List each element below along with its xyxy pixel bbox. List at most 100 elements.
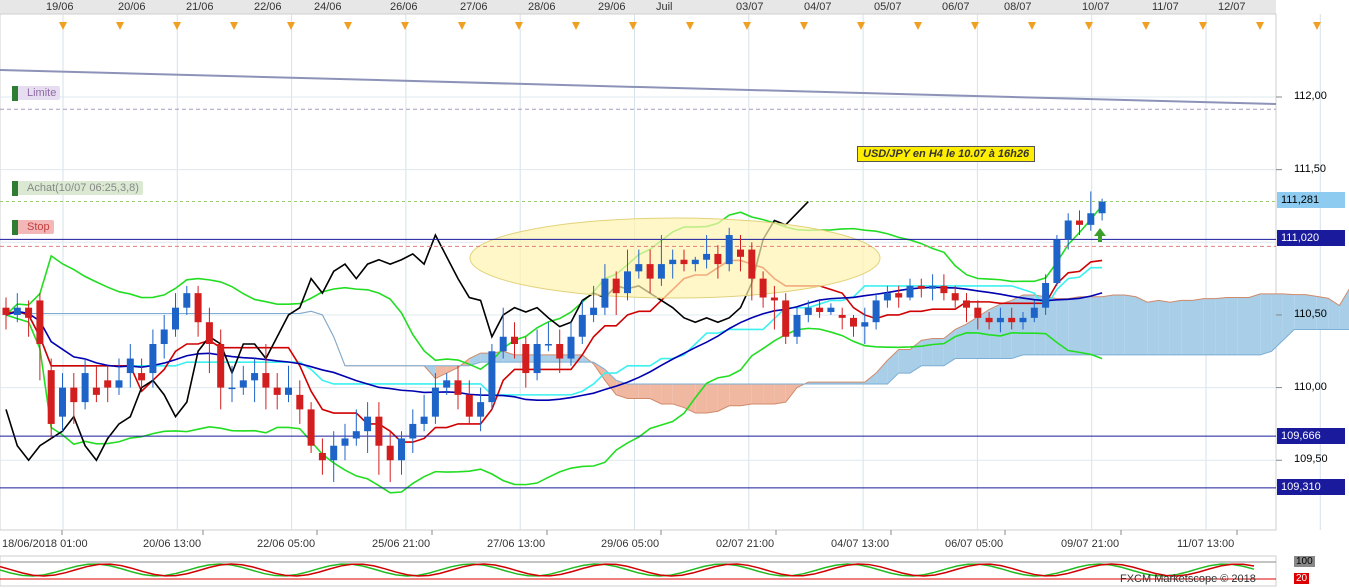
candle-body [770, 297, 778, 301]
candle-body [827, 307, 835, 313]
bottom-date-label: 02/07 21:00 [716, 538, 775, 550]
kumo-segment [627, 383, 639, 399]
candle-body [590, 307, 598, 315]
bottom-date-label: 22/06 05:00 [257, 538, 316, 550]
kumo-segment [898, 349, 910, 374]
kumo-segment [1147, 300, 1159, 355]
candle-body [36, 300, 44, 345]
candle-body [13, 307, 21, 315]
candle-body [25, 307, 33, 318]
kumo-segment [1215, 297, 1227, 355]
kumo-segment [740, 383, 752, 406]
kumo-segment [1260, 293, 1272, 355]
kumo-segment [1203, 298, 1216, 355]
kumo-segment [729, 383, 741, 406]
kumo-segment [1192, 298, 1204, 355]
candle-body [1098, 201, 1106, 214]
candle-body [985, 317, 993, 323]
candle-body [522, 344, 530, 374]
candle-body [1053, 239, 1061, 283]
limit-tag-label: Limite [27, 87, 57, 99]
candle-body [318, 452, 326, 461]
candle-body [782, 300, 790, 337]
candle-body [1087, 213, 1095, 225]
candle-body [2, 307, 10, 315]
candle-body [194, 293, 202, 323]
top-date-label: 11/07 [1152, 1, 1179, 13]
candle-body [850, 317, 857, 327]
candle-body [1008, 317, 1016, 323]
candle-body [477, 402, 485, 417]
kumo-segment [1079, 296, 1091, 355]
bottom-date-label: 27/06 13:00 [487, 538, 546, 550]
bottom-date-label: 04/07 13:00 [831, 538, 890, 550]
bottom-date-label: 11/07 13:00 [1177, 538, 1235, 550]
top-date-label: 12/07 [1218, 1, 1246, 13]
candle-body [748, 249, 756, 279]
candle-body [940, 285, 948, 294]
bottom-date-label: 06/07 05:00 [945, 538, 1004, 550]
candle-body [725, 235, 733, 265]
candle-body [1064, 220, 1072, 240]
stop-tag-label: Stop [27, 221, 50, 233]
kumo-segment [661, 383, 673, 404]
candle-body [578, 314, 586, 337]
kumo-segment [695, 383, 707, 414]
kumo-segment [1124, 294, 1136, 355]
price-chart[interactable] [0, 0, 1349, 588]
candle-body [917, 285, 925, 289]
candle-body [601, 278, 609, 308]
candle-body [262, 373, 270, 388]
oscillator-upper-label: 100 [1294, 556, 1315, 567]
candle-body [183, 293, 191, 308]
candle-body [251, 373, 259, 381]
limit-tag-marker [12, 86, 18, 101]
bottom-date-label: 29/06 05:00 [601, 538, 660, 550]
current-price-box: 111,281 [1277, 192, 1345, 208]
top-date-label: 20/06 [118, 1, 146, 13]
candle-body [239, 380, 247, 388]
candle-body [929, 285, 937, 289]
candle-body [499, 336, 507, 352]
candle-body [691, 259, 699, 265]
candle-body [804, 307, 812, 315]
candle-body [341, 438, 349, 446]
candle-body [974, 307, 982, 318]
candle-body [1042, 282, 1050, 308]
top-date-label: 06/07 [942, 1, 970, 13]
price-tick-label: 112,00 [1294, 90, 1327, 102]
top-date-label: 03/07 [736, 1, 764, 13]
candle-body [160, 329, 168, 345]
candle-body [443, 380, 451, 388]
candle-body [838, 314, 846, 318]
kumo-segment [1339, 289, 1349, 330]
kumo-segment [1282, 293, 1295, 341]
price-tick-label: 111,50 [1294, 162, 1327, 175]
candle-body [420, 416, 428, 424]
candle-body [657, 264, 665, 279]
candle-body [228, 387, 236, 390]
top-date-label: 28/06 [528, 1, 556, 13]
kumo-segment [921, 338, 933, 366]
stop-tag[interactable]: Stop [12, 220, 54, 235]
candle-body [352, 431, 360, 439]
top-date-label: 26/06 [390, 1, 418, 13]
top-date-label: 24/06 [314, 1, 342, 13]
highlight-zone [469, 217, 881, 299]
candle-body [149, 344, 157, 374]
bottom-date-label: 25/06 21:00 [372, 538, 431, 550]
candle-body [996, 317, 1004, 323]
candle-body [703, 253, 711, 260]
limit-tag[interactable]: Limite [12, 86, 61, 101]
kumo-segment [1000, 300, 1012, 359]
achat-tag[interactable]: Achat(10/07 06:25,3,8) [12, 181, 143, 196]
candle-body [669, 259, 677, 265]
candle-body [861, 322, 869, 327]
candle-body [714, 253, 722, 265]
top-date-label: 19/06 [46, 1, 74, 13]
candle-body [567, 336, 575, 359]
stop-price-box: 111,020 [1277, 230, 1345, 246]
achat-tag-marker [12, 181, 18, 196]
bottom-date-label: 20/06 13:00 [143, 538, 202, 550]
candle-body [330, 445, 338, 461]
